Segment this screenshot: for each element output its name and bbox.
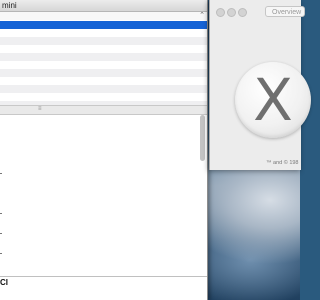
target-selector[interactable]: [0, 12, 207, 20]
bottom-label: CI: [0, 278, 8, 287]
list-item[interactable]: [0, 53, 207, 61]
drag-handle-icon[interactable]: ≡: [38, 106, 42, 113]
list-item[interactable]: [0, 85, 207, 93]
text-marker: [0, 173, 2, 174]
list-item[interactable]: [0, 77, 207, 85]
bottom-bar: CI: [0, 276, 207, 288]
window-titlebar[interactable]: mini: [0, 0, 207, 12]
list-item[interactable]: [0, 69, 207, 77]
text-marker: [0, 233, 2, 234]
window-title: mini: [2, 1, 17, 10]
about-window: Overview X ™ and © 198: [209, 0, 311, 170]
list-item[interactable]: [0, 93, 207, 101]
list-item[interactable]: [0, 37, 207, 45]
list-item[interactable]: [0, 21, 207, 29]
logo-letter: X: [253, 66, 293, 134]
about-titlebar[interactable]: Overview: [210, 0, 305, 22]
item-list[interactable]: [0, 21, 207, 105]
list-item[interactable]: [0, 45, 207, 53]
zoom-button[interactable]: [238, 8, 247, 17]
scrollbar-thumb[interactable]: [200, 115, 205, 161]
text-marker: [0, 213, 2, 214]
list-item[interactable]: [0, 29, 207, 37]
split-divider[interactable]: ≡: [0, 105, 207, 115]
chevron-up-icon[interactable]: ⌃: [199, 11, 205, 20]
list-item[interactable]: [0, 61, 207, 69]
console-output[interactable]: [0, 115, 207, 275]
os-x-logo: X: [235, 62, 311, 138]
close-button[interactable]: [216, 8, 225, 17]
text-marker: [0, 253, 2, 254]
tab-overview[interactable]: Overview: [265, 6, 305, 17]
copyright-text: ™ and © 198: [266, 160, 299, 166]
main-window: mini ⌃ ≡ CI: [0, 0, 208, 300]
minimize-button[interactable]: [227, 8, 236, 17]
